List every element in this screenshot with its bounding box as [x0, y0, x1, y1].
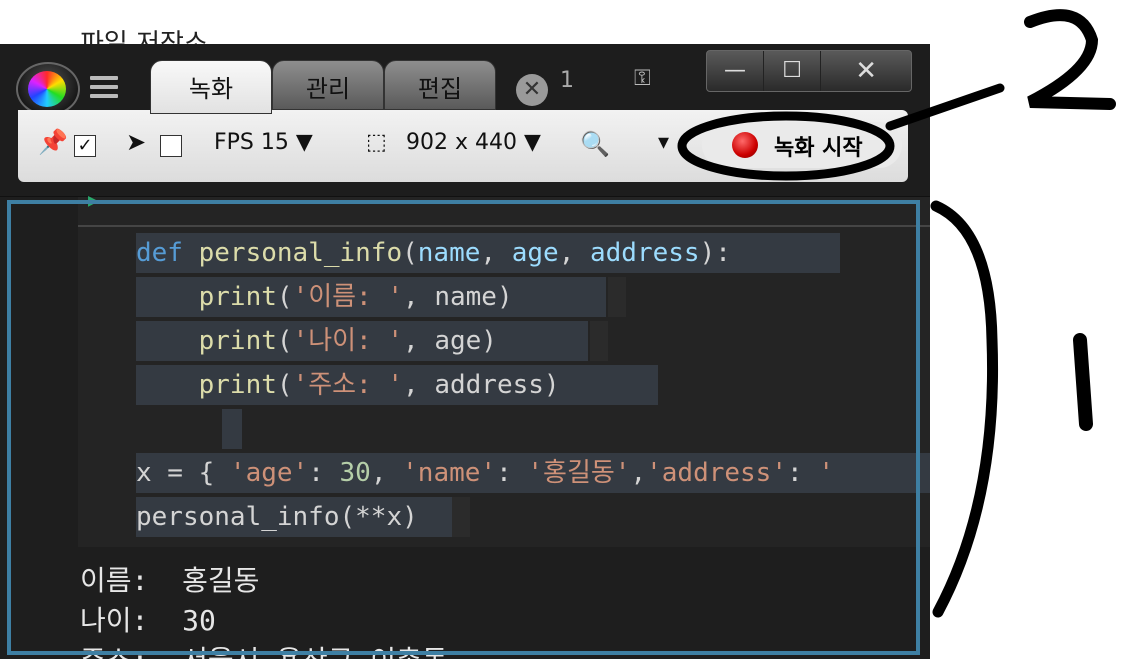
bracket-annotation — [930, 200, 998, 618]
annotation-number-2 — [1024, 9, 1116, 110]
record-button-circle-annotation — [677, 111, 895, 181]
pointer-line-2 — [885, 83, 1005, 131]
annotation-number-1 — [1073, 333, 1093, 431]
tab-record[interactable]: 녹화 — [150, 60, 272, 114]
